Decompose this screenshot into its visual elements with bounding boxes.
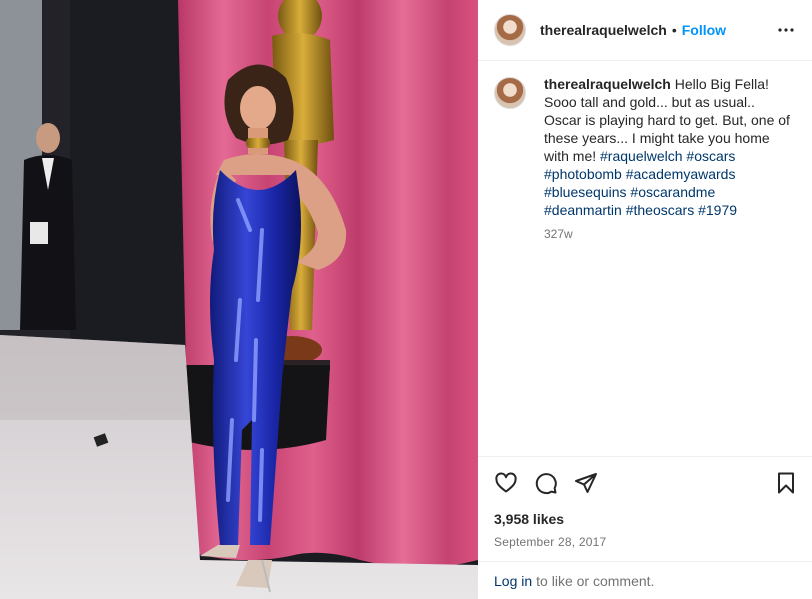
post-photo[interactable] bbox=[0, 0, 478, 599]
post-date: September 28, 2017 bbox=[494, 535, 607, 549]
hashtag-link[interactable]: #bluesequins bbox=[544, 184, 627, 200]
heart-icon[interactable] bbox=[492, 469, 520, 497]
hashtag-link[interactable]: #academyawards bbox=[626, 166, 736, 182]
hashtag-link[interactable]: #oscars bbox=[686, 148, 735, 164]
hashtag-link[interactable]: #raquelwelch bbox=[600, 148, 683, 164]
photo-illustration bbox=[0, 0, 478, 599]
hashtag-link[interactable]: #oscarandme bbox=[630, 184, 715, 200]
caption-age: 327w bbox=[544, 227, 573, 241]
more-options-icon[interactable] bbox=[774, 18, 798, 42]
avatar[interactable] bbox=[494, 77, 526, 109]
login-link[interactable]: Log in bbox=[494, 573, 532, 589]
login-prompt: Log in to like or comment. bbox=[478, 561, 812, 599]
hashtag-link[interactable]: #theoscars bbox=[626, 202, 694, 218]
avatar[interactable] bbox=[494, 14, 526, 46]
caption-section: therealraquelwelch Hello Big Fella! Sooo… bbox=[478, 61, 812, 456]
caption-body: therealraquelwelch Hello Big Fella! Sooo… bbox=[544, 75, 790, 219]
follow-button[interactable]: Follow bbox=[682, 22, 726, 38]
login-prompt-text: to like or comment. bbox=[536, 572, 655, 589]
hashtag-link[interactable]: #photobomb bbox=[544, 166, 622, 182]
separator-dot: • bbox=[671, 22, 677, 38]
instagram-post: therealraquelwelch • Follow therealraque… bbox=[0, 0, 812, 599]
bookmark-icon[interactable] bbox=[772, 469, 800, 497]
comment-icon[interactable] bbox=[532, 469, 560, 497]
post-sidebar: therealraquelwelch • Follow therealraque… bbox=[478, 0, 812, 599]
post-header: therealraquelwelch • Follow bbox=[478, 0, 812, 61]
username-link[interactable]: therealraquelwelch bbox=[540, 22, 667, 38]
caption-username-link[interactable]: therealraquelwelch bbox=[544, 76, 671, 92]
likes-count[interactable]: 3,958 likes bbox=[478, 509, 812, 527]
hashtag-link[interactable]: #1979 bbox=[698, 202, 737, 218]
action-bar bbox=[478, 456, 812, 509]
share-icon[interactable] bbox=[572, 469, 600, 497]
caption: therealraquelwelch Hello Big Fella! Sooo… bbox=[544, 75, 790, 456]
hashtag-link[interactable]: #deanmartin bbox=[544, 202, 622, 218]
